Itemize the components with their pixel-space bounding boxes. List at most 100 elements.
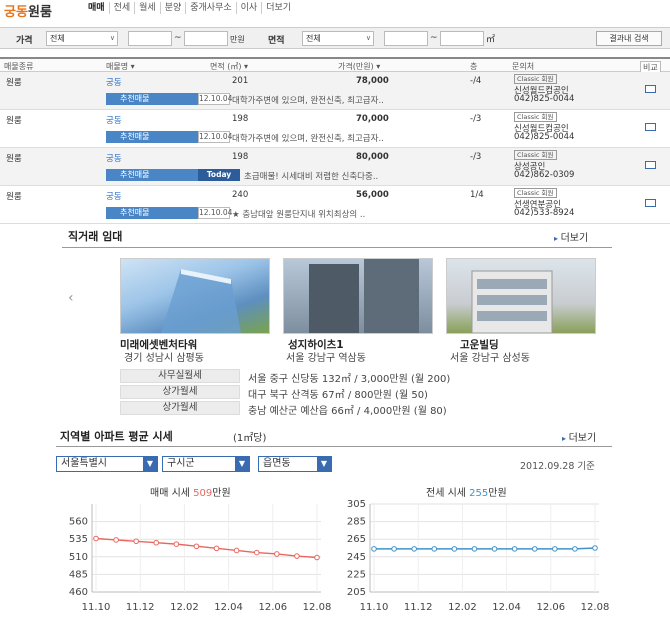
floor: -/4 xyxy=(470,76,482,86)
tab-presale[interactable]: 분양 xyxy=(159,2,186,14)
building-image[interactable] xyxy=(446,258,596,334)
jeonse-chart-title: 전세 시세 255만원 xyxy=(426,488,507,499)
table-row[interactable]: 원룸 궁동 201 78,000 -/4 추천매물 12.10.04 대학가주변… xyxy=(0,72,670,110)
x-tick-label: 12.08 xyxy=(303,602,331,613)
description[interactable]: ★ 충남대앞 원룸단지내 위치최상의 .. xyxy=(232,208,365,220)
x-tick-label: 11.12 xyxy=(126,602,155,613)
col-kind[interactable]: 매물종류 xyxy=(4,61,33,72)
x-tick-label: 12.06 xyxy=(258,602,287,613)
tab-monthly[interactable]: 월세 xyxy=(134,2,160,14)
chevron-down-icon: ▼ xyxy=(317,457,331,471)
listing-value[interactable]: 대구 북구 산격동 67㎡ / 800만원 (월 50) xyxy=(248,386,428,401)
tab-jeonse[interactable]: 전세 xyxy=(108,2,135,14)
data-point xyxy=(213,545,220,552)
col-price[interactable]: 가격(만원) ▾ xyxy=(338,61,380,72)
description[interactable]: 대학가주변에 있으며, 완전신축, 최고급자.. xyxy=(232,94,384,106)
x-tick-label: 11.12 xyxy=(404,602,433,613)
x-tick-label: 12.06 xyxy=(536,602,565,613)
chevron-down-icon: ∨ xyxy=(109,34,115,42)
dong-select[interactable]: 읍면동 ▼ xyxy=(258,456,332,472)
building-image[interactable] xyxy=(120,258,270,334)
building-image[interactable] xyxy=(283,258,433,334)
filter-bar: 가격 전체 ∨ ~ 만원 면적 전체 ∨ ~ ㎡ 결과내 검색 xyxy=(0,27,670,49)
table-header: 매물종류 매물명 ▾ 면적 (㎡) ▾ 가격(만원) ▾ 층 문의처 비교 xyxy=(0,57,670,74)
kind: 원룸 xyxy=(6,78,22,88)
region-section-title: 지역별 아파트 평균 시세 xyxy=(60,430,173,443)
y-tick-label: 510 xyxy=(69,552,88,563)
price-min-input[interactable] xyxy=(128,31,172,46)
x-tick-label: 12.04 xyxy=(492,602,521,613)
description[interactable]: 대학가주변에 있으며, 완전신축, 최고급자.. xyxy=(232,132,384,144)
floor: -/3 xyxy=(470,152,482,162)
building-address: 경기 성남시 삼평동 xyxy=(124,353,204,364)
recommend-badge: 추천매물 xyxy=(106,169,198,181)
search-in-results-button[interactable]: 결과내 검색 xyxy=(596,31,662,46)
phone: 042)533-8924 xyxy=(514,208,575,218)
listing-name[interactable]: 궁동 xyxy=(106,114,122,126)
table-row[interactable]: 원룸 궁동 198 70,000 -/3 추천매물 12.10.04 대학가주변… xyxy=(0,110,670,148)
listing-category: 사무실월세 xyxy=(120,369,240,383)
table-row[interactable]: 원룸 궁동 198 80,000 -/3 추천매물 Today 초급매물! 시세… xyxy=(0,148,670,186)
phone: 042)862-0309 xyxy=(514,170,575,180)
kind: 원룸 xyxy=(6,192,22,202)
area-select[interactable]: 전체 ∨ xyxy=(302,31,374,46)
col-area[interactable]: 면적 (㎡) ▾ xyxy=(210,61,248,72)
listing-category: 상가월세 xyxy=(120,401,240,415)
compare-checkbox[interactable] xyxy=(645,161,656,169)
price-label: 가격 xyxy=(16,36,33,46)
x-tick-label: 11.10 xyxy=(360,602,389,613)
col-name[interactable]: 매물명 ▾ xyxy=(106,61,135,72)
building-photo xyxy=(161,269,241,333)
y-tick-label: 225 xyxy=(347,569,366,580)
compare-checkbox[interactable] xyxy=(645,85,656,93)
compare-checkbox[interactable] xyxy=(645,199,656,207)
y-tick-label: 205 xyxy=(347,587,366,598)
listing-value[interactable]: 충남 예산군 예산읍 66㎡ / 4,000만원 (월 80) xyxy=(248,402,447,417)
x-tick-label: 12.02 xyxy=(448,602,477,613)
table-row[interactable]: 원룸 궁동 240 56,000 1/4 추천매물 12.10.04 ★ 충남대… xyxy=(0,186,670,224)
area: 240 xyxy=(232,190,249,200)
classic-badge: Classic 회원 xyxy=(514,188,557,198)
tab-agency[interactable]: 중개사무소 xyxy=(185,2,235,14)
sido-select[interactable]: 서울특별시 ▼ xyxy=(56,456,158,472)
price-max-input[interactable] xyxy=(184,31,228,46)
data-point xyxy=(531,546,538,552)
recommend-badge: 추천매물 xyxy=(106,131,198,143)
phone: 042)825-0044 xyxy=(514,94,575,104)
y-tick-label: 285 xyxy=(347,517,366,528)
y-tick-label: 305 xyxy=(347,499,366,510)
kind: 원룸 xyxy=(6,116,22,126)
description[interactable]: 초급매물! 시세대비 저렴한 신축다중.. xyxy=(244,170,378,182)
listing-name[interactable]: 궁동 xyxy=(106,190,122,202)
tab-moving[interactable]: 이사 xyxy=(235,2,262,14)
recommend-badge: 추천매물 xyxy=(106,207,198,219)
price-select[interactable]: 전체 ∨ xyxy=(46,31,118,46)
y-tick-label: 560 xyxy=(69,517,88,528)
area-min-input[interactable] xyxy=(384,31,428,46)
x-tick-label: 12.04 xyxy=(214,602,243,613)
data-point xyxy=(371,546,377,552)
region-more-link[interactable]: 더보기 xyxy=(562,429,597,444)
series-line xyxy=(95,537,318,559)
compare-checkbox[interactable] xyxy=(645,123,656,131)
tab-more[interactable]: 더보기 xyxy=(261,2,295,14)
tab-sale[interactable]: 매매 xyxy=(84,2,109,14)
direct-more-link[interactable]: 더보기 xyxy=(554,229,589,244)
y-tick-label: 265 xyxy=(347,534,366,545)
listing-name[interactable]: 궁동 xyxy=(106,152,122,164)
listing-name[interactable]: 궁동 xyxy=(106,76,122,88)
classic-badge: Classic 회원 xyxy=(514,150,557,160)
recommend-badge: 추천매물 xyxy=(106,93,198,105)
base-date: 2012.09.28 기준 xyxy=(520,461,595,472)
sigungu-select[interactable]: 구시군 ▼ xyxy=(162,456,250,472)
area-max-input[interactable] xyxy=(440,31,484,46)
type-title: 원룸 xyxy=(28,5,52,20)
y-tick-label: 535 xyxy=(69,534,88,545)
data-point xyxy=(552,546,558,552)
building-address: 서울 강남구 삼성동 xyxy=(450,353,530,364)
data-point xyxy=(451,546,458,552)
floor: 1/4 xyxy=(470,190,484,200)
chevron-left-icon[interactable]: ‹ xyxy=(68,290,74,306)
listing-value[interactable]: 서울 중구 신당동 132㎡ / 3,000만원 (월 200) xyxy=(248,370,450,385)
data-point xyxy=(133,538,139,545)
